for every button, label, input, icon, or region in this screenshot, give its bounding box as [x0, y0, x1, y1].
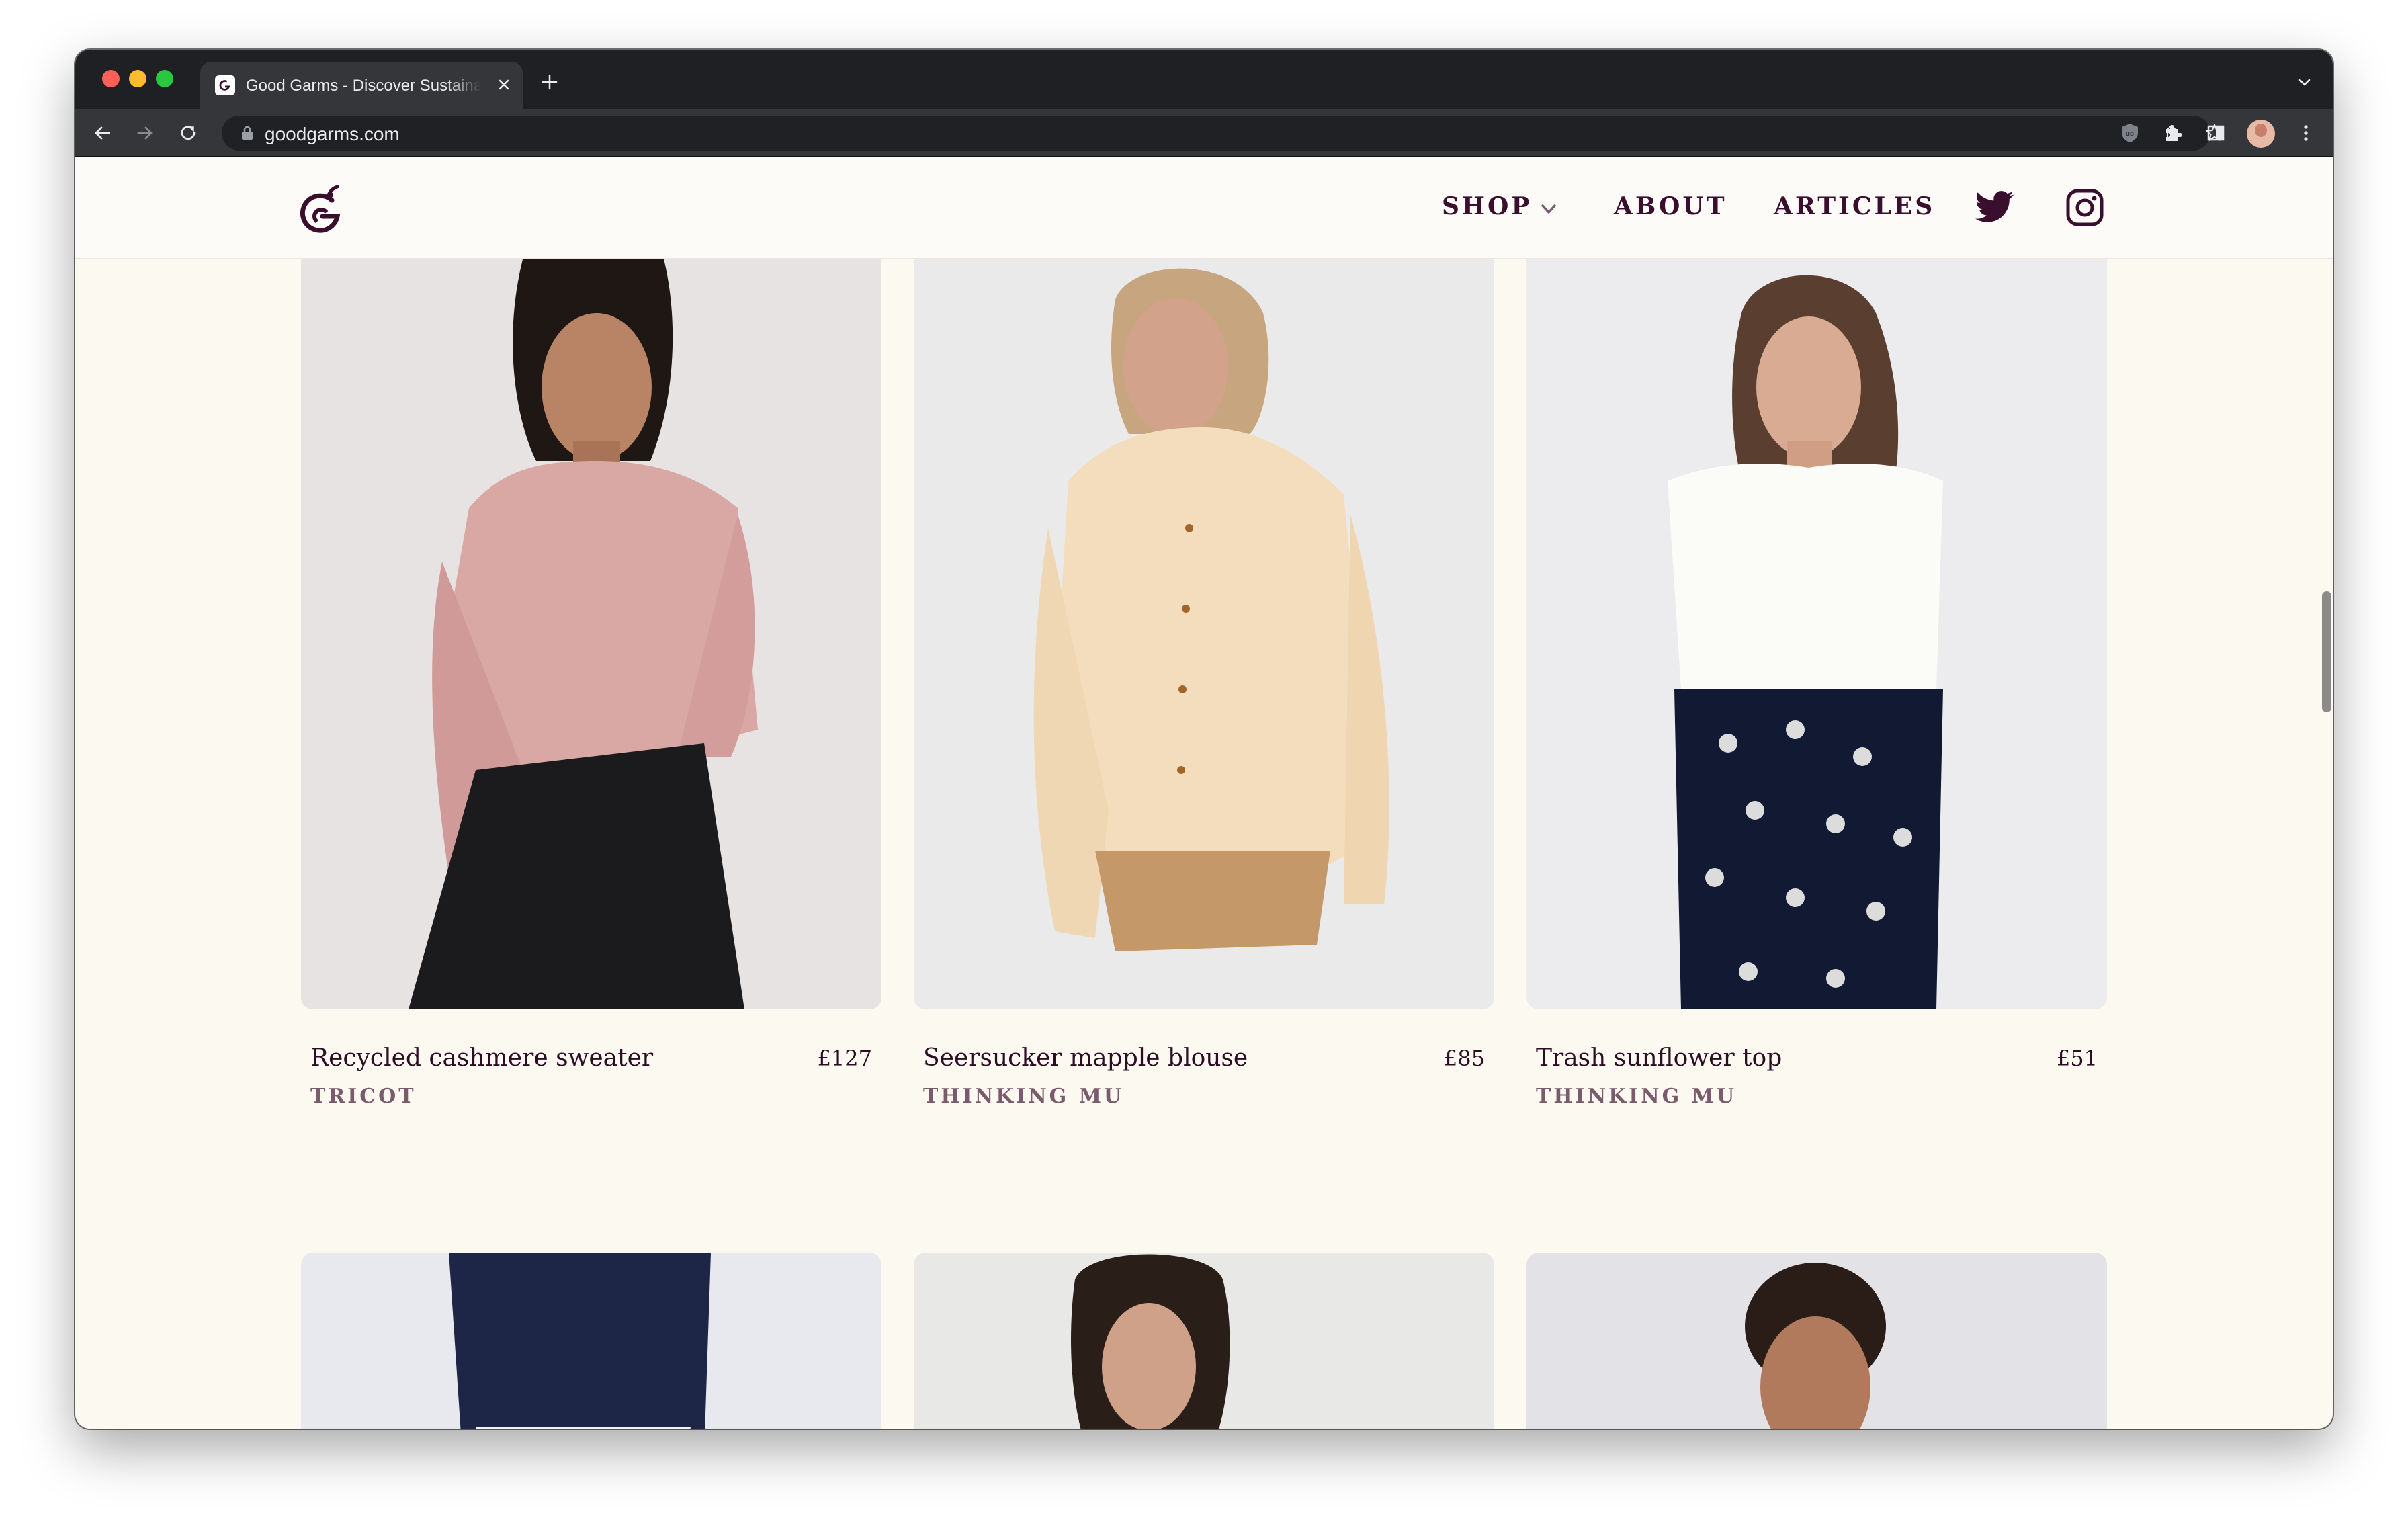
product-brand[interactable]: THINKING MU: [1536, 1085, 1737, 1108]
new-tab-icon[interactable]: [539, 71, 560, 93]
product-brand[interactable]: TRICOT: [310, 1085, 417, 1108]
instagram-icon[interactable]: [2065, 188, 2104, 227]
extensions-puzzle-icon[interactable]: [2161, 121, 2185, 145]
good-garms-logo-icon[interactable]: [297, 183, 348, 237]
forward-arrow-icon[interactable]: [133, 121, 157, 145]
url-text: goodgarms.com: [265, 124, 400, 144]
kebab-menu-icon[interactable]: [2294, 121, 2318, 145]
ublock-extension-icon[interactable]: uo: [2118, 121, 2142, 145]
product-image-sweater[interactable]: [301, 259, 882, 1009]
tab-title: Good Garms - Discover Sustainable Fashio…: [246, 77, 481, 95]
product-image-short-hair-model[interactable]: [1526, 1253, 2107, 1429]
page-scrollbar[interactable]: [2322, 591, 2331, 712]
twitter-icon[interactable]: [1975, 189, 2014, 224]
back-arrow-icon[interactable]: [90, 121, 114, 145]
chevron-down-icon[interactable]: [1539, 199, 1559, 219]
product-image-blouse[interactable]: [914, 259, 1494, 1009]
product-price: £127: [817, 1046, 872, 1071]
browser-tab[interactable]: Good Garms - Discover Sustainable Fashio…: [200, 62, 523, 109]
product-price: £85: [1443, 1046, 1485, 1071]
product-name[interactable]: Recycled cashmere sweater: [310, 1044, 653, 1072]
product-price: £51: [2056, 1046, 2098, 1071]
nav-about[interactable]: ABOUT: [1614, 192, 1727, 220]
product-name[interactable]: Trash sunflower top: [1536, 1044, 1782, 1072]
site-favicon-icon: [215, 75, 235, 95]
browser-window: Good Garms - Discover Sustainable Fashio…: [75, 50, 2333, 1429]
address-bar[interactable]: goodgarms.com: [222, 116, 2224, 151]
zoom-window-button[interactable]: [156, 70, 173, 87]
product-name[interactable]: Seersucker mapple blouse: [923, 1044, 1248, 1072]
reload-icon[interactable]: [176, 121, 200, 145]
side-panel-icon[interactable]: [2204, 121, 2228, 145]
product-image-white-top[interactable]: [914, 1253, 1494, 1429]
model-with-curly-hair-image: [914, 1253, 1494, 1429]
model-in-seersucker-blouse-image: [914, 259, 1494, 1009]
product-brand[interactable]: THINKING MU: [923, 1085, 1124, 1108]
web-page: SHOP ABOUT ARTICLES Recycled cashmere sw…: [75, 157, 2333, 1429]
tab-search-chevron-icon[interactable]: [2296, 74, 2313, 90]
model-in-pink-sweater-image: [301, 259, 882, 1009]
browser-toolbar: goodgarms.com uo: [75, 109, 2333, 157]
svg-text:uo: uo: [2126, 130, 2134, 138]
product-image-navy-sweater[interactable]: [301, 1253, 882, 1429]
product-image-top[interactable]: [1526, 259, 2107, 1009]
tab-strip: Good Garms - Discover Sustainable Fashio…: [75, 50, 2333, 109]
nav-shop[interactable]: SHOP: [1442, 192, 1532, 220]
nav-articles[interactable]: ARTICLES: [1774, 192, 1935, 220]
minimize-window-button[interactable]: [129, 70, 146, 87]
close-tab-icon[interactable]: [493, 74, 515, 95]
close-window-button[interactable]: [102, 70, 120, 87]
model-in-navy-sweater-image: [301, 1253, 882, 1429]
lock-icon[interactable]: [241, 125, 254, 141]
site-header: SHOP ABOUT ARTICLES: [75, 157, 2333, 259]
model-with-short-curly-hair-image: [1526, 1253, 2107, 1429]
profile-avatar[interactable]: [2247, 120, 2275, 148]
model-in-white-top-and-dotted-skirt-image: [1526, 259, 2107, 1009]
